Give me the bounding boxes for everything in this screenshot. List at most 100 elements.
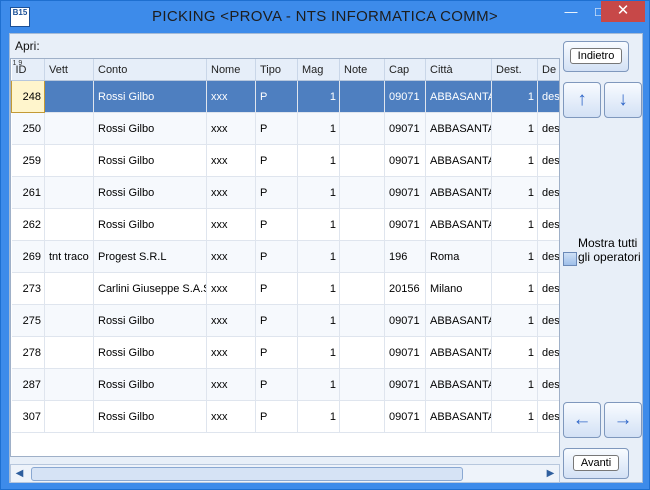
table-cell[interactable]	[339, 208, 385, 241]
table-cell[interactable]	[339, 176, 385, 209]
table-row[interactable]: 287 Rossi Gilbo xxx P 1 09071 ABBASANTA 1 des	[11, 368, 559, 401]
arrow-up-icon[interactable]: ↑	[563, 82, 601, 118]
arrow-left-icon[interactable]: ←	[563, 402, 601, 438]
table-cell[interactable]: 1	[491, 112, 538, 145]
table-cell[interactable]: xxx	[206, 112, 256, 145]
scroll-left-icon[interactable]: ◀	[11, 465, 28, 482]
table-cell[interactable]	[339, 336, 385, 369]
table-cell[interactable]: 196	[384, 240, 426, 273]
table-row[interactable]: 269 tnt traco Progest S.R.L xxx P 1 196 Roma 1 de…	[11, 240, 559, 273]
column-header-conto[interactable]: Conto	[93, 59, 207, 81]
table-cell[interactable]	[44, 80, 94, 113]
indietro-button[interactable]: Indietro	[563, 41, 629, 72]
table-cell[interactable]: ABBASANTA	[425, 176, 492, 209]
table-cell[interactable]: ABBASANTA	[425, 208, 492, 241]
table-cell[interactable]: P	[255, 304, 298, 337]
table-cell[interactable]: 269	[11, 240, 45, 273]
table-cell[interactable]: 287	[11, 368, 45, 401]
table-cell[interactable]: 09071	[384, 400, 426, 433]
scroll-thumb[interactable]	[31, 467, 463, 481]
table-cell[interactable]: 262	[11, 208, 45, 241]
table-cell[interactable]: xxx	[206, 400, 256, 433]
table-row[interactable]: 307 Rossi Gilbo xxx P 1 09071 ABBASANTA 1 des	[11, 400, 559, 433]
table-cell[interactable]: des	[537, 272, 559, 305]
table-cell[interactable]: 1	[297, 304, 340, 337]
table-cell[interactable]: 1	[491, 208, 538, 241]
table-cell[interactable]	[339, 368, 385, 401]
table-cell[interactable]: 1	[297, 240, 340, 273]
table-cell[interactable]: 248	[11, 80, 45, 113]
table-cell[interactable]: 1	[297, 144, 340, 177]
table-cell[interactable]: Rossi Gilbo	[93, 336, 207, 369]
table-cell[interactable]: Rossi Gilbo	[93, 208, 207, 241]
table-cell[interactable]: P	[255, 80, 298, 113]
arrow-right-icon[interactable]: →	[604, 402, 642, 438]
table-row[interactable]: 273 Carlini Giuseppe S.A.S xxx P 1 20156 Milan…	[11, 272, 559, 305]
table-row[interactable]: 259 Rossi Gilbo xxx P 1 09071 ABBASANTA 1 des	[11, 144, 559, 177]
mostra-checkbox[interactable]	[563, 252, 577, 266]
table-cell[interactable]: P	[255, 176, 298, 209]
table-cell[interactable]: 1	[491, 144, 538, 177]
table-cell[interactable]	[339, 80, 385, 113]
table-cell[interactable]: Rossi Gilbo	[93, 400, 207, 433]
table-cell[interactable]: Milano	[425, 272, 492, 305]
table-cell[interactable]: Rossi Gilbo	[93, 304, 207, 337]
table-cell[interactable]: Roma	[425, 240, 492, 273]
table-cell[interactable]: 09071	[384, 80, 426, 113]
column-header-de[interactable]: De	[537, 59, 559, 81]
table-cell[interactable]: 259	[11, 144, 45, 177]
horizontal-scrollbar[interactable]: ◀ ▶	[10, 464, 560, 483]
close-button[interactable]: ✕	[601, 1, 645, 22]
table-cell[interactable]: P	[255, 368, 298, 401]
table-cell[interactable]: ABBASANTA	[425, 144, 492, 177]
table-cell[interactable]: xxx	[206, 144, 256, 177]
column-header-vett[interactable]: Vett	[44, 59, 94, 81]
table-cell[interactable]: tnt traco	[44, 240, 94, 273]
minimize-button[interactable]: —	[557, 1, 585, 22]
table-cell[interactable]: 1	[491, 336, 538, 369]
table-cell[interactable]	[44, 304, 94, 337]
table-cell[interactable]: xxx	[206, 176, 256, 209]
picking-grid[interactable]: 1 9 ID Vett Conto Nome Tipo Mag Note Cap …	[10, 58, 560, 457]
table-cell[interactable]	[44, 208, 94, 241]
table-cell[interactable]: 1	[491, 400, 538, 433]
table-cell[interactable]: ABBASANTA	[425, 80, 492, 113]
table-cell[interactable]: 1	[297, 176, 340, 209]
table-row[interactable]: 250 Rossi Gilbo xxx P 1 09071 ABBASANTA 1 des	[11, 112, 559, 145]
table-cell[interactable]: ABBASANTA	[425, 112, 492, 145]
table-cell[interactable]: des	[537, 208, 559, 241]
table-cell[interactable]: P	[255, 144, 298, 177]
table-cell[interactable]: des	[537, 144, 559, 177]
table-cell[interactable]: xxx	[206, 272, 256, 305]
table-cell[interactable]: 273	[11, 272, 45, 305]
table-cell[interactable]	[44, 144, 94, 177]
table-row[interactable]: 262 Rossi Gilbo xxx P 1 09071 ABBASANTA 1 des	[11, 208, 559, 241]
table-cell[interactable]: 1	[297, 400, 340, 433]
table-cell[interactable]	[339, 400, 385, 433]
table-row[interactable]: 261 Rossi Gilbo xxx P 1 09071 ABBASANTA 1 des	[11, 176, 559, 209]
table-cell[interactable]: ABBASANTA	[425, 336, 492, 369]
table-cell[interactable]: ABBASANTA	[425, 304, 492, 337]
table-cell[interactable]: 1	[491, 80, 538, 113]
table-cell[interactable]: des	[537, 304, 559, 337]
table-cell[interactable]: 1	[297, 80, 340, 113]
table-cell[interactable]: 09071	[384, 368, 426, 401]
table-cell[interactable]: 250	[11, 112, 45, 145]
table-cell[interactable]: 1	[297, 272, 340, 305]
table-cell[interactable]: P	[255, 272, 298, 305]
table-cell[interactable]: 1	[491, 368, 538, 401]
table-cell[interactable]	[44, 176, 94, 209]
column-header-note[interactable]: Note	[339, 59, 385, 81]
table-cell[interactable]: des	[537, 112, 559, 145]
table-cell[interactable]: P	[255, 400, 298, 433]
table-cell[interactable]: P	[255, 336, 298, 369]
table-cell[interactable]	[339, 144, 385, 177]
table-cell[interactable]: Rossi Gilbo	[93, 144, 207, 177]
column-header-cap[interactable]: Cap	[384, 59, 426, 81]
table-cell[interactable]: 278	[11, 336, 45, 369]
column-header-id[interactable]: 1 9 ID	[11, 59, 45, 81]
table-cell[interactable]: 09071	[384, 208, 426, 241]
table-cell[interactable]	[44, 400, 94, 433]
table-cell[interactable]	[339, 240, 385, 273]
arrow-down-icon[interactable]: ↓	[604, 82, 642, 118]
